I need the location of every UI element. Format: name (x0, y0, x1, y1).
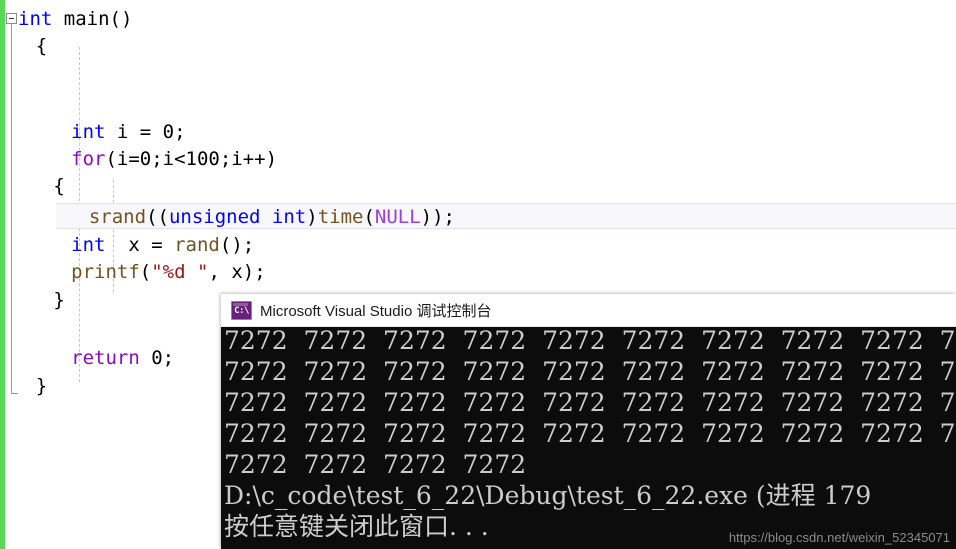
watermark: https://blog.csdn.net/weixin_52345071 (728, 530, 950, 545)
console-output-row: 7272 7272 7272 7272 7272 7272 7272 7272 … (224, 357, 956, 386)
code-token: rand (174, 234, 220, 256)
code-token: 0; (139, 347, 175, 369)
code-token: unsigned int (168, 206, 307, 228)
console-app-icon: C:\ (231, 300, 252, 320)
outlining-region-line (11, 22, 12, 394)
code-token: srand (88, 206, 147, 228)
code-line[interactable]: int i = 0; (71, 119, 185, 146)
code-token: i = 0; (105, 121, 186, 143)
code-token: (i=0;i<100;i++) (105, 148, 278, 170)
console-status-line: D:\c_code\test_6_22\Debug\test_6_22.exe … (224, 481, 872, 510)
outlining-region-foot (11, 393, 18, 394)
code-token: main() (52, 8, 133, 30)
code-line[interactable]: printf("%d ", x); (71, 259, 266, 286)
code-line[interactable]: int x = rand(); (71, 232, 254, 259)
code-token: { (53, 175, 65, 197)
console-output-row: 7272 7272 7272 7272 7272 7272 7272 7272 … (224, 327, 956, 355)
code-token: (( (146, 206, 169, 228)
code-line[interactable]: { (36, 33, 47, 60)
code-token: NULL (374, 206, 421, 228)
console-output-area[interactable]: 7272 7272 7272 7272 7272 7272 7272 7272 … (221, 327, 956, 549)
code-line[interactable]: { (53, 173, 64, 200)
code-token: (); (219, 234, 255, 256)
code-line[interactable]: return 0; (71, 345, 174, 372)
code-token: int (18, 8, 53, 30)
code-line[interactable]: int main() (18, 6, 132, 33)
code-token: x = (105, 234, 175, 256)
minus-box-icon[interactable] (6, 13, 17, 24)
code-token: "%d " (151, 261, 209, 283)
debug-console-window[interactable]: C:\ Microsoft Visual Studio 调试控制台 7272 7… (221, 294, 956, 549)
code-token: ( (363, 206, 375, 228)
change-indicator-bar (0, 0, 5, 549)
console-titlebar[interactable]: C:\ Microsoft Visual Studio 调试控制台 (221, 294, 956, 327)
code-token: , x); (208, 261, 266, 283)
code-token: ) (306, 206, 318, 228)
console-output-row: 7272 7272 7272 7272 7272 7272 7272 7272 … (224, 419, 956, 448)
code-line[interactable]: } (53, 287, 64, 314)
console-output-row: 7272 7272 7272 7272 (224, 450, 527, 479)
code-token: int (71, 234, 106, 256)
code-line[interactable]: } (36, 373, 47, 400)
console-output-text: 7272 7272 7272 7272 7272 7272 7272 7272 … (224, 327, 956, 542)
code-line[interactable]: srand((unsigned int)time(NULL)); (89, 204, 455, 231)
code-token: time (317, 206, 364, 228)
code-token: printf (71, 261, 140, 283)
code-token: return (71, 347, 140, 369)
console-title: Microsoft Visual Studio 调试控制台 (260, 302, 492, 320)
code-token: } (35, 375, 48, 397)
code-token: for (71, 148, 106, 170)
console-app-icon-glyph: C:\ (234, 305, 249, 316)
code-token: )); (420, 206, 455, 228)
console-output-row: 7272 7272 7272 7272 7272 7272 7272 7272 … (224, 388, 956, 417)
code-token: ( (139, 261, 152, 283)
code-token: int (71, 121, 106, 143)
code-token: { (35, 35, 48, 57)
code-token: } (53, 289, 65, 311)
code-line[interactable]: for(i=0;i<100;i++) (71, 146, 277, 173)
